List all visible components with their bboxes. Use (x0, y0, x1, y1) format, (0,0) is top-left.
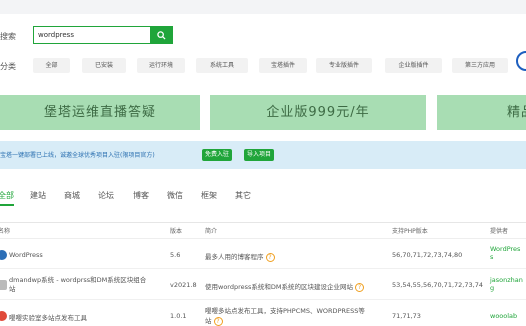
tab-wechat[interactable]: 微信 (167, 190, 183, 201)
free-join-button[interactable]: 免费入驻 (202, 149, 233, 161)
app-php: 71,71,73 (392, 312, 421, 320)
header-name: 名称 (0, 228, 11, 235)
tab-all[interactable]: 全部 (0, 190, 14, 201)
app-name: WordPress (9, 251, 43, 259)
search-input[interactable] (34, 27, 151, 43)
banner-enterprise[interactable]: 企业版999元/年 (210, 95, 426, 130)
help-icon[interactable]: ? (213, 316, 223, 326)
import-project-button[interactable]: 导入项目 (244, 149, 275, 161)
search-icon (156, 30, 166, 40)
app-version: 5.6 (170, 251, 181, 259)
dmandwp-icon (0, 280, 7, 290)
header-php: 支持PHP版本 (392, 228, 428, 235)
app-desc: 最多人用的博客程序? (205, 251, 275, 262)
app-php: 53,54,55,56,70,71,72,73,74 (392, 281, 483, 289)
search-button[interactable] (150, 27, 172, 43)
search-box (33, 26, 173, 44)
app-provider-link[interactable]: WordPres s (490, 245, 520, 261)
category-pro-plugins[interactable]: 专业版插件 (316, 58, 372, 73)
help-icon[interactable]: ? (265, 252, 275, 262)
category-all[interactable]: 全部 (33, 58, 70, 73)
header-version: 版本 (170, 228, 183, 235)
app-desc: 嘤嘤多站点发布工具，支持PHPCMS、WORDPRESS等 站? (205, 307, 365, 326)
app-provider-link[interactable]: jasonzhan g (490, 276, 523, 292)
category-system-tools[interactable]: 系统工具 (196, 58, 248, 73)
app-name: 嘤嘤实验室多站点发布工具 (9, 314, 87, 322)
search-label: 应用搜索 (0, 32, 16, 41)
tab-blog[interactable]: 博客 (133, 190, 149, 201)
app-desc: 使用wordpress系统和DM系统的区块建设企业网站? (205, 281, 365, 292)
category-bt-plugins[interactable]: 宝塔插件 (259, 58, 307, 73)
app-version: 1.0.1 (170, 312, 187, 320)
row-separator (0, 268, 526, 269)
tab-site[interactable]: 建站 (30, 190, 46, 201)
notice-bar: 宝塔一键部署已上线，诚邀全球优秀项目入驻(限项目官方) 免费入驻 导入项目 (0, 141, 526, 169)
category-third-party[interactable]: 第三方应用 (452, 58, 508, 73)
category-installed[interactable]: 已安装 (82, 58, 126, 73)
app-php: 56,70,71,72,73,74,80 (392, 251, 463, 259)
row-separator (0, 299, 526, 300)
table-top-border (0, 222, 526, 223)
tab-framework[interactable]: 框架 (201, 190, 217, 201)
active-tab-indicator (0, 204, 14, 206)
app-provider-link[interactable]: wooolab (490, 312, 517, 320)
app-version: v2021.8 (170, 281, 197, 289)
category-enterprise-plugins[interactable]: 企业版插件 (385, 58, 442, 73)
tab-other[interactable]: 其它 (235, 190, 251, 201)
header-desc: 简介 (205, 228, 218, 235)
top-band (0, 0, 526, 14)
banner-live-qa[interactable]: 堡塔运维直播答疑 (0, 95, 200, 130)
tab-mall[interactable]: 商城 (64, 190, 80, 201)
tab-forum[interactable]: 论坛 (98, 190, 114, 201)
notice-text: 宝塔一键部署已上线，诚邀全球优秀项目入驻(限项目官方) (0, 152, 155, 159)
table-header-border (0, 238, 526, 239)
help-icon[interactable]: ? (355, 282, 365, 292)
app-name: dmandwp系统 - wordprss和DM系统区块组合 站 (9, 276, 147, 293)
category-label: 应用分类 (0, 62, 16, 71)
banner-premium[interactable]: 精品 (437, 95, 526, 130)
category-runtime[interactable]: 运行环境 (137, 58, 185, 73)
header-provider: 提供者 (490, 228, 509, 235)
